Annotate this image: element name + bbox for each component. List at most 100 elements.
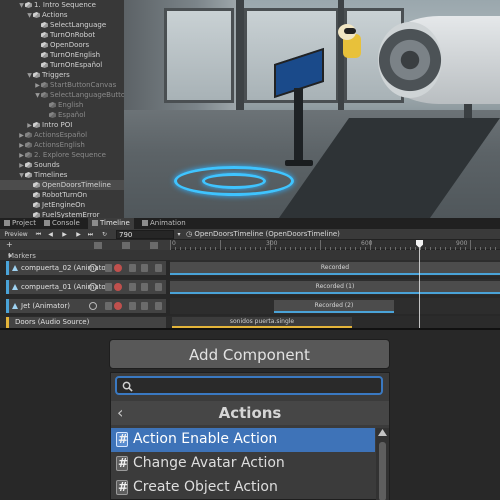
curves-toggle-icon[interactable] — [105, 283, 112, 291]
lock-icon[interactable] — [129, 264, 136, 272]
tab-project[interactable]: Project — [0, 218, 40, 229]
hierarchy-item[interactable]: TurnOnRobot — [0, 30, 124, 40]
object-picker-icon[interactable] — [89, 283, 97, 291]
curves-toggle-icon[interactable] — [105, 302, 112, 310]
goto-start-icon[interactable]: ⏮ — [34, 230, 43, 239]
object-picker-icon[interactable] — [89, 302, 97, 310]
loop-icon[interactable]: ↻ — [100, 230, 109, 239]
list-scrollbar[interactable] — [376, 428, 389, 500]
hierarchy-item-label: TurnOnRobot — [50, 31, 96, 39]
track-row[interactable]: compuerta_02 (Animator) Recorded — [0, 259, 500, 277]
preview-button[interactable]: Preview — [2, 230, 30, 239]
goto-end-icon[interactable]: ⏭ — [86, 230, 95, 239]
tab-animation[interactable]: Animation — [138, 218, 190, 229]
hierarchy-item[interactable]: ▶ ActionsEspañol — [0, 130, 124, 140]
hierarchy-item[interactable]: English — [0, 100, 124, 110]
audio-track-header[interactable]: Doors (Audio Source) — [6, 317, 166, 328]
hierarchy-item[interactable]: OpenDoors — [0, 40, 124, 50]
frame-field[interactable]: 790 — [116, 230, 174, 239]
curves-toggle-icon[interactable] — [105, 264, 112, 272]
script-icon — [116, 428, 128, 450]
hierarchy-item[interactable]: ▼ Triggers — [0, 70, 124, 80]
hierarchy-item[interactable]: ▼ Actions — [0, 10, 124, 20]
mute-icon[interactable] — [141, 302, 148, 310]
toggle-icon[interactable] — [94, 242, 102, 249]
tab-timeline[interactable]: Timeline — [88, 218, 134, 229]
search-input[interactable] — [137, 379, 375, 392]
animation-clip[interactable]: Recorded (1) — [170, 281, 500, 294]
hierarchy-item[interactable]: OpenDoorsTimeline — [0, 180, 124, 190]
component-item-label: Action Enable Action — [133, 431, 278, 447]
track-header[interactable]: Jet (Animator) — [6, 299, 166, 313]
animator-icon — [12, 265, 18, 271]
hierarchy-item-label: Timelines — [34, 171, 68, 179]
hierarchy-item-label: Español — [58, 111, 86, 119]
track-menu-icon[interactable] — [155, 264, 162, 272]
scroll-up-icon[interactable] — [378, 429, 387, 436]
audio-track-row[interactable]: Doors (Audio Source) sonidos puerta.sing… — [0, 316, 500, 328]
lock-icon[interactable] — [129, 302, 136, 310]
component-item[interactable]: Change Avatar Action — [111, 452, 375, 476]
hierarchy-item[interactable]: FuelSystemError — [0, 210, 124, 218]
animation-clip[interactable]: Recorded — [170, 262, 500, 275]
track-row[interactable]: Jet (Animator) Recorded (2) — [0, 297, 500, 315]
settings-icon[interactable] — [150, 242, 158, 249]
hierarchy-item[interactable]: ▶ Intro POI — [0, 120, 124, 130]
track-lane[interactable]: Recorded — [170, 260, 500, 276]
next-frame-icon[interactable]: ▶ — [74, 230, 83, 239]
hierarchy-item[interactable]: JetEngineOn — [0, 200, 124, 210]
record-icon[interactable] — [114, 302, 122, 310]
console-icon — [44, 220, 50, 226]
track-header[interactable]: compuerta_02 (Animator) — [6, 261, 166, 275]
ruler-tick — [220, 240, 221, 250]
hierarchy-item[interactable]: ▼SelectLanguageButtons — [0, 90, 124, 100]
hierarchy-item[interactable]: ▶ ActionsEnglish — [0, 140, 124, 150]
audio-clip[interactable]: sonidos puerta.single — [172, 317, 352, 328]
animation-clip[interactable]: Recorded (2) — [274, 300, 394, 313]
hierarchy-item[interactable]: Español — [0, 110, 124, 120]
back-arrow-icon[interactable]: ‹ — [117, 404, 129, 422]
hierarchy-item[interactable]: SelectLanguage — [0, 20, 124, 30]
track-row[interactable]: compuerta_01 (Animator) Recorded (1) — [0, 278, 500, 296]
track-lane[interactable]: Recorded (1) — [170, 279, 500, 295]
hierarchy-item[interactable]: ▶ Sounds — [0, 160, 124, 170]
dropdown-arrow-icon[interactable]: ▾ — [176, 230, 182, 239]
scene-view[interactable] — [124, 0, 500, 218]
mute-icon[interactable] — [141, 264, 148, 272]
add-component-popup: Actions ‹ Action Enable Action Change Ava… — [110, 372, 390, 500]
hierarchy-item[interactable]: ▶ StartButtonCanvas — [0, 80, 124, 90]
record-icon[interactable] — [114, 283, 122, 291]
hierarchy-item[interactable]: TurnOnEspañol — [0, 60, 124, 70]
gameobject-icon — [33, 72, 40, 78]
track-lane[interactable]: Recorded (2) — [170, 298, 500, 314]
lock-icon[interactable] — [129, 283, 136, 291]
kiosk-pole — [294, 88, 303, 163]
object-picker-icon[interactable] — [89, 264, 97, 272]
add-component-button[interactable]: Add Component — [109, 339, 390, 369]
hierarchy-item[interactable]: ▶ 2. Explore Sequence — [0, 150, 124, 160]
tab-console[interactable]: Console — [40, 218, 84, 229]
hierarchy-item[interactable]: ▼ Timelines — [0, 170, 124, 180]
hierarchy-item[interactable]: TurnOnEnglish — [0, 50, 124, 60]
hierarchy-panel[interactable]: ▼ 1. Intro Sequence ▼ Actions SelectLanguage… — [0, 0, 124, 218]
track-menu-icon[interactable] — [155, 302, 162, 310]
record-icon[interactable] — [114, 264, 122, 272]
add-track-button[interactable]: + — [6, 240, 13, 249]
hierarchy-item[interactable]: ▼ 1. Intro Sequence — [0, 0, 124, 10]
track-menu-icon[interactable] — [155, 283, 162, 291]
mute-icon[interactable] — [141, 283, 148, 291]
component-item[interactable]: Create Object Action — [111, 476, 375, 500]
component-item[interactable]: Action Enable Action — [111, 428, 375, 452]
scroll-thumb[interactable] — [379, 442, 386, 500]
timeline-ruler[interactable]: 0 300 600 900 — [170, 240, 500, 250]
hierarchy-item-label: 2. Explore Sequence — [34, 151, 106, 159]
prev-frame-icon[interactable]: ◀ — [46, 230, 55, 239]
curves-icon[interactable] — [122, 242, 130, 249]
category-title: Actions — [218, 404, 282, 422]
hierarchy-item[interactable]: RobotTurnOn — [0, 190, 124, 200]
timeline-asset-title[interactable]: ◷ OpenDoorsTimeline (OpenDoorsTimeline) — [186, 229, 340, 240]
play-icon[interactable]: ▶ — [60, 230, 69, 239]
track-header[interactable]: compuerta_01 (Animator) — [6, 280, 166, 294]
ruler-tick — [470, 240, 471, 250]
search-box[interactable] — [115, 376, 383, 395]
